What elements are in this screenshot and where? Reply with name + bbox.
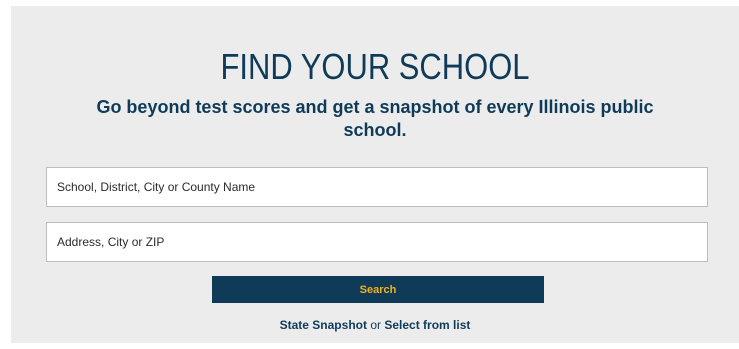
search-button[interactable]: Search (212, 276, 544, 303)
page-subtitle: Go beyond test scores and get a snapshot… (96, 97, 654, 140)
state-snapshot-link[interactable]: State Snapshot (280, 318, 367, 332)
address-input[interactable] (46, 222, 708, 262)
select-from-list-link[interactable]: Select from list (384, 318, 470, 332)
school-name-input[interactable] (46, 167, 708, 207)
alternate-links: State Snapshot or Select from list (11, 318, 739, 332)
find-school-panel: FIND YOUR SCHOOL Go beyond test scores a… (11, 6, 739, 343)
links-separator: or (370, 318, 381, 332)
page-title: FIND YOUR SCHOOL (220, 46, 530, 87)
